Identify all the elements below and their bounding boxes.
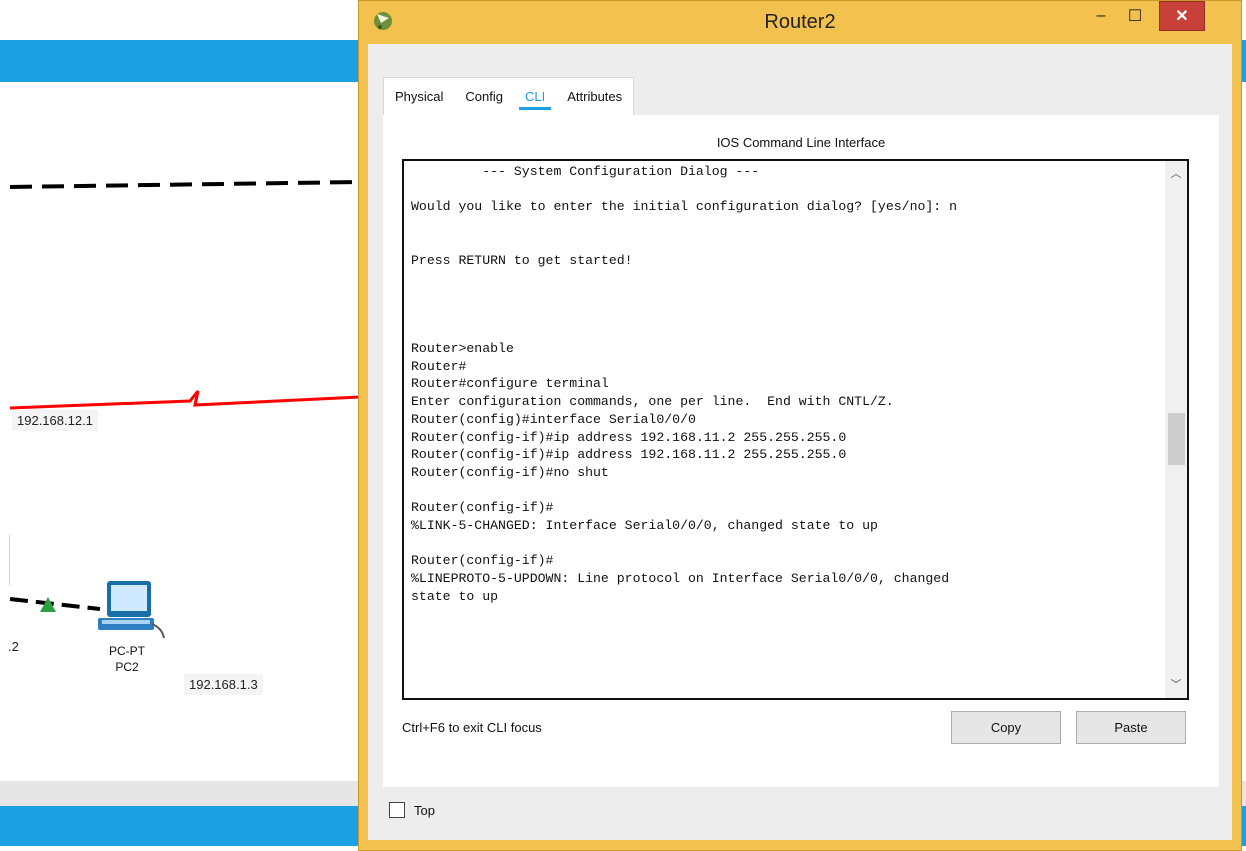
scroll-down-arrow-icon[interactable]: ﹀ xyxy=(1165,676,1187,692)
scroll-up-arrow-icon[interactable]: ︿ xyxy=(1165,165,1187,181)
pc-type-label: PC-PT xyxy=(109,644,145,658)
pc-icon xyxy=(98,581,165,639)
paste-button[interactable]: Paste xyxy=(1076,711,1186,744)
scrollbar-thumb[interactable] xyxy=(1168,413,1185,465)
cli-terminal[interactable]: --- System Configuration Dialog --- Woul… xyxy=(402,159,1189,700)
dialog-client-area: Physical Config CLI Attributes IOS Comma… xyxy=(368,44,1232,840)
top-option: Top xyxy=(389,802,435,818)
close-button[interactable]: ✕ xyxy=(1159,1,1205,31)
top-checkbox[interactable] xyxy=(389,802,405,818)
maximize-button[interactable]: ☐ xyxy=(1118,1,1152,31)
serial-link xyxy=(9,390,360,410)
cli-panel: IOS Command Line Interface --- System Co… xyxy=(383,115,1219,787)
exit-cli-hint: Ctrl+F6 to exit CLI focus xyxy=(402,720,542,735)
minimize-button[interactable]: – xyxy=(1084,1,1118,31)
screen: 192.168.12.1 .2 PC-PT PC2 192.168.1.3 Ro… xyxy=(0,0,1246,851)
terminal-output[interactable]: --- System Configuration Dialog --- Woul… xyxy=(411,163,957,606)
pc-ip-label: 192.168.1.3 xyxy=(184,674,263,695)
top-checkbox-label: Top xyxy=(414,802,435,818)
router-dialog: Router2 – ☐ ✕ Physical Config CLI Attrib… xyxy=(358,0,1242,851)
title-bar[interactable]: Router2 – ☐ ✕ xyxy=(359,1,1241,43)
tab-physical[interactable]: Physical xyxy=(384,78,454,116)
panel-title: IOS Command Line Interface xyxy=(716,135,886,150)
copy-button[interactable]: Copy xyxy=(951,711,1061,744)
link-ip-label: 192.168.12.1 xyxy=(12,410,98,431)
left-ip-fragment-label: .2 xyxy=(3,636,24,657)
tab-attributes[interactable]: Attributes xyxy=(556,78,633,116)
tab-bar: Physical Config CLI Attributes xyxy=(383,77,635,116)
ethernet-link-pc xyxy=(9,597,101,611)
tab-config[interactable]: Config xyxy=(454,78,514,116)
ethernet-link-top xyxy=(9,180,360,189)
terminal-scrollbar[interactable]: ︿ ﹀ xyxy=(1165,161,1187,698)
pc-name-label: PC2 xyxy=(115,660,139,674)
tab-cli[interactable]: CLI xyxy=(514,78,556,116)
